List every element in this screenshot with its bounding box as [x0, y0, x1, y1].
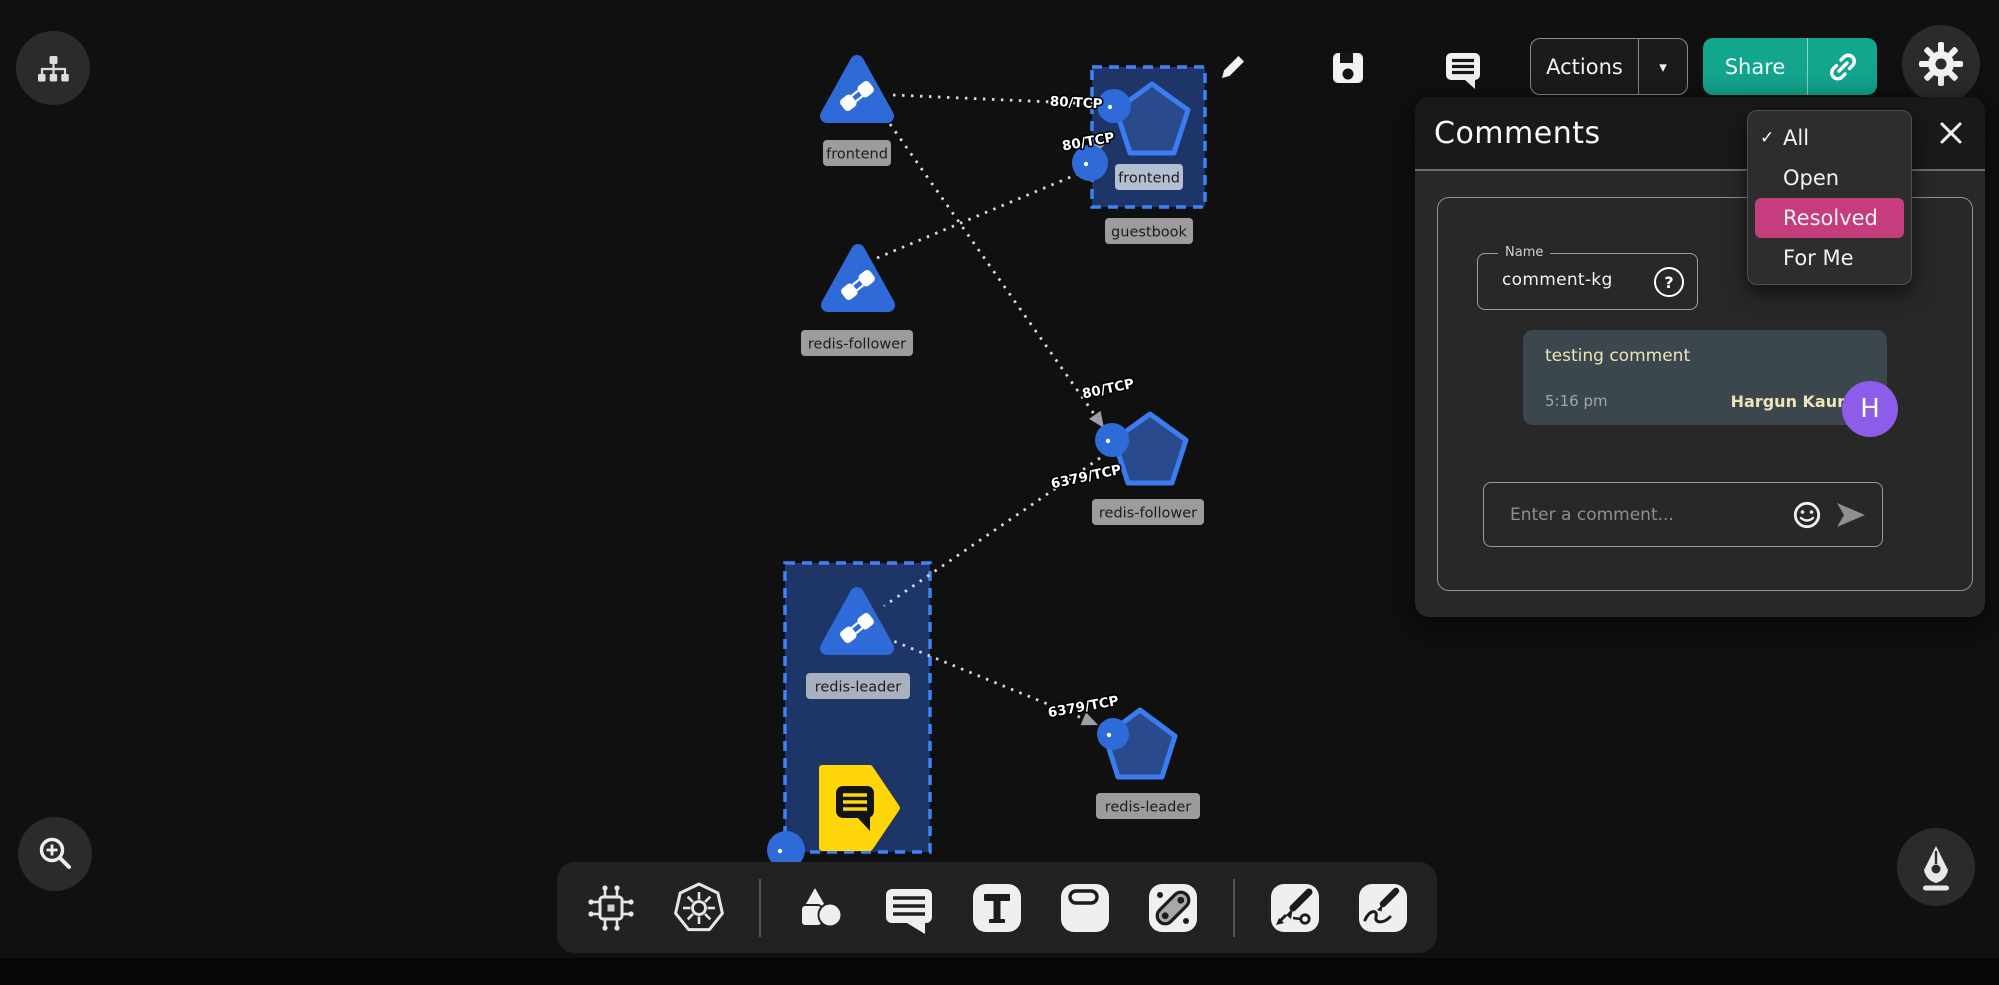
- filter-option-label: For Me: [1783, 246, 1854, 270]
- filter-option-label: All: [1783, 126, 1809, 150]
- name-field-value: comment-kg: [1502, 270, 1613, 290]
- comment-author: Hargun Kaur: [1731, 392, 1845, 411]
- avatar[interactable]: H: [1842, 381, 1898, 437]
- copy-link-button[interactable]: [1807, 38, 1877, 95]
- zoom-button[interactable]: [18, 817, 92, 891]
- share-button[interactable]: Share: [1703, 38, 1877, 95]
- workload-node-redis-leader[interactable]: [1097, 710, 1175, 777]
- toolbar-divider: [1233, 879, 1235, 937]
- comment-item[interactable]: testing comment 5:16 pm Hargun Kaur: [1523, 330, 1887, 425]
- hierarchy-layout-button[interactable]: [16, 31, 90, 105]
- pen-tool-button[interactable]: [1897, 828, 1975, 906]
- settings-button[interactable]: [1902, 25, 1980, 103]
- edit-pencil-icon[interactable]: [1215, 49, 1251, 85]
- edge-port-label: 80/TCP: [1081, 376, 1136, 403]
- text-tool-icon[interactable]: [969, 880, 1025, 936]
- endpoint-dot: [1106, 439, 1110, 443]
- share-button-label: Share: [1703, 38, 1807, 95]
- kubernetes-tool-icon[interactable]: [671, 880, 727, 936]
- actions-button[interactable]: Actions ▾: [1530, 38, 1688, 95]
- comments-panel-title: Comments: [1434, 116, 1601, 151]
- edge-port-label: 6379/TCP: [1050, 462, 1123, 493]
- edge-frontend-to-redis-follower-pod[interactable]: [890, 124, 1099, 421]
- service-label: redis-follower: [808, 337, 906, 353]
- endpoint-dot: [1107, 733, 1111, 737]
- filter-option-open[interactable]: Open: [1748, 158, 1911, 198]
- edge-port-label: 6379/TCP: [1047, 693, 1120, 721]
- actions-button-label: Actions: [1531, 39, 1638, 94]
- zoom-in-icon: [33, 832, 77, 876]
- toolbar-divider: [759, 879, 761, 937]
- emoji-icon[interactable]: [1792, 500, 1822, 530]
- help-icon[interactable]: ?: [1654, 267, 1684, 297]
- gear-icon: [1917, 40, 1965, 88]
- pencil-scribble-tool-icon[interactable]: [1355, 880, 1411, 936]
- comment-name-field[interactable]: Name comment-kg ?: [1477, 253, 1698, 310]
- comment-input-row: [1483, 482, 1883, 547]
- pen-arrow-tool-icon[interactable]: [1267, 880, 1323, 936]
- edge-redis-follower-svc-to-guestbook[interactable]: [877, 171, 1085, 258]
- frame-tool-icon[interactable]: [1057, 880, 1113, 936]
- filter-option-for-me[interactable]: For Me: [1748, 238, 1911, 278]
- service-label: frontend: [826, 147, 888, 163]
- comments-toggle-icon[interactable]: [1444, 50, 1482, 90]
- save-icon[interactable]: [1330, 50, 1366, 86]
- comment-input[interactable]: [1508, 504, 1792, 526]
- filter-option-label: Resolved: [1783, 206, 1878, 230]
- comment-text: testing comment: [1545, 346, 1690, 366]
- close-icon: [1939, 121, 1963, 145]
- comment-timestamp: 5:16 pm: [1545, 392, 1608, 410]
- arrowhead: [1081, 712, 1101, 731]
- app-window: frontend frontend guestbook redis-follow…: [0, 0, 1999, 985]
- pen-nib-icon: [1912, 843, 1960, 891]
- edge-port-label: 80/TCP: [1049, 94, 1103, 113]
- bottom-toolbar: [557, 862, 1437, 953]
- endpoint-circle[interactable]: [1097, 718, 1129, 750]
- connection-tool-icon[interactable]: [1145, 880, 1201, 936]
- service-node-frontend[interactable]: [827, 62, 887, 116]
- comment-tool-icon[interactable]: [881, 880, 937, 936]
- shapes-tool-icon[interactable]: [793, 880, 849, 936]
- actions-dropdown-caret[interactable]: ▾: [1638, 39, 1687, 94]
- endpoint-dot: [778, 849, 782, 853]
- link-icon: [1828, 52, 1858, 82]
- endpoint-circle[interactable]: [1095, 423, 1129, 457]
- filter-option-all[interactable]: ✓ All: [1748, 118, 1911, 158]
- filter-option-label: Open: [1783, 166, 1839, 190]
- group-label: guestbook: [1111, 225, 1188, 241]
- service-label: redis-leader: [815, 680, 902, 696]
- endpoint-dot: [1084, 162, 1088, 166]
- check-icon: ✓: [1760, 128, 1774, 148]
- workload-label: frontend: [1118, 171, 1180, 187]
- service-node-redis-follower[interactable]: [828, 251, 888, 305]
- window-bottom-edge: [0, 958, 1999, 985]
- workload-label: redis-follower: [1099, 506, 1197, 522]
- workload-label: redis-leader: [1105, 800, 1192, 816]
- endpoint-dot: [1108, 105, 1112, 109]
- hierarchy-tree-icon: [33, 48, 73, 88]
- chip-tool-icon[interactable]: [583, 880, 639, 936]
- name-field-label: Name: [1498, 245, 1550, 260]
- send-icon[interactable]: [1836, 502, 1866, 528]
- filter-option-resolved[interactable]: Resolved: [1755, 198, 1904, 238]
- comments-filter-menu: ✓ All Open Resolved For Me: [1747, 110, 1912, 285]
- close-panel-button[interactable]: [1939, 121, 1963, 145]
- caret-down-icon: ▾: [1659, 58, 1667, 76]
